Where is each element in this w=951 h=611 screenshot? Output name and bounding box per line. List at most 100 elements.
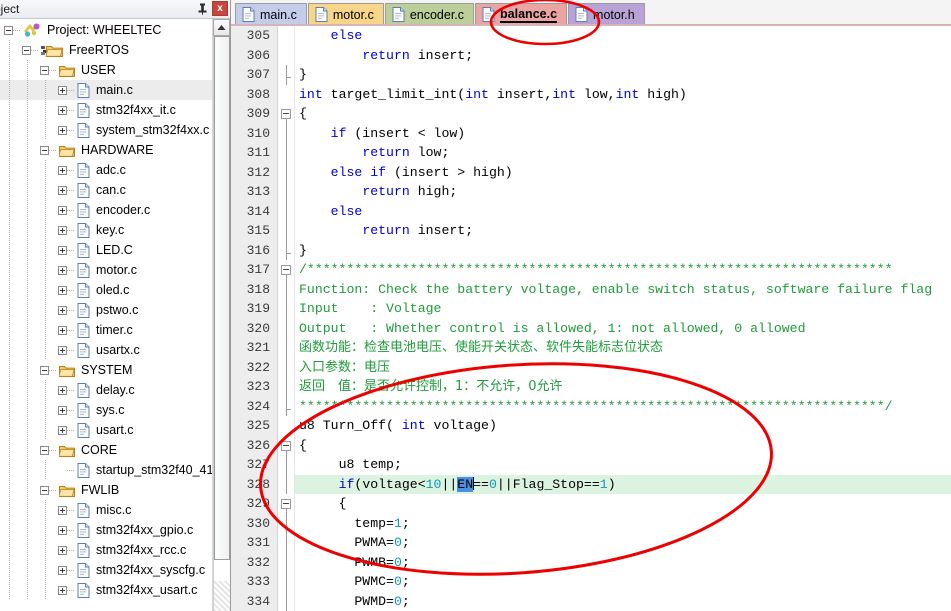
code-line[interactable]: ****************************************… <box>295 397 951 417</box>
code-line[interactable]: else <box>295 26 951 46</box>
expand-icon[interactable] <box>58 85 67 95</box>
expand-icon[interactable] <box>58 205 67 215</box>
tree-item[interactable]: can.c <box>0 180 212 200</box>
tree-item[interactable]: oled.c <box>0 280 212 300</box>
expand-icon[interactable] <box>58 525 67 535</box>
pin-icon[interactable] <box>195 1 209 16</box>
code-line[interactable]: u8 temp; <box>295 455 951 475</box>
expand-icon[interactable] <box>58 285 67 295</box>
code-line[interactable]: temp=1; <box>295 514 951 534</box>
code-line[interactable]: } <box>295 241 951 261</box>
code-line[interactable]: 入口参数：电压 <box>295 358 951 378</box>
code-line[interactable]: Input : Voltage <box>295 299 951 319</box>
tree-item[interactable]: pstwo.c <box>0 300 212 320</box>
tree-item[interactable]: SYSTEM <box>0 360 212 380</box>
tree-item[interactable]: FWLIB <box>0 480 212 500</box>
collapse-icon[interactable] <box>40 145 49 155</box>
code-area[interactable]: 305 306 307 308 309 310 311 312 313 314 315 316 317 3… <box>231 26 951 611</box>
fold-toggle-icon[interactable] <box>281 109 291 119</box>
tree-item[interactable]: system_stm32f4xx.c <box>0 120 212 140</box>
tree-item[interactable]: main.c <box>0 80 212 100</box>
tree-item[interactable]: startup_stm32f40_41x <box>0 460 212 480</box>
fold-toggle-icon[interactable] <box>281 265 291 275</box>
expand-icon[interactable] <box>58 565 67 575</box>
tree-item[interactable]: CORE <box>0 440 212 460</box>
code-line[interactable]: } <box>295 65 951 85</box>
scroll-up-icon[interactable] <box>213 19 230 36</box>
tree-item[interactable]: stm32f4xx_it.c <box>0 100 212 120</box>
editor-tab-main-c[interactable]: main.c <box>235 3 307 25</box>
tree-item[interactable]: LED.C <box>0 240 212 260</box>
project-tree[interactable]: Project: WHEELTEC FreeRTOS USER main.c stm32… <box>0 19 212 611</box>
tree-item[interactable]: usart.c <box>0 420 212 440</box>
code-line[interactable]: Function: Check the battery voltage, ena… <box>295 280 951 300</box>
expand-icon[interactable] <box>58 505 67 515</box>
expand-icon[interactable] <box>58 385 67 395</box>
expand-icon[interactable] <box>58 425 67 435</box>
expand-icon[interactable] <box>58 325 67 335</box>
tree-item[interactable]: misc.c <box>0 500 212 520</box>
code-line[interactable]: Output : Whether control is allowed, 1: … <box>295 319 951 339</box>
scrollbar-thumb[interactable] <box>214 36 230 560</box>
code-line[interactable]: u8 Turn_Off( int voltage) <box>295 416 951 436</box>
code-line[interactable]: PWMA=0; <box>295 533 951 553</box>
code-line[interactable]: 函数功能：检查电池电压、使能开关状态、软件失能标志位状态 <box>295 338 951 358</box>
tree-item[interactable]: stm32f4xx_usart.c <box>0 580 212 600</box>
code-line[interactable]: 返回 值：是否允许控制，1：不允许，0允许 <box>295 377 951 397</box>
tree-item[interactable]: usartx.c <box>0 340 212 360</box>
tree-item[interactable]: HARDWARE <box>0 140 212 160</box>
expand-icon[interactable] <box>58 105 67 115</box>
tree-item[interactable]: delay.c <box>0 380 212 400</box>
code-line[interactable]: int target_limit_int(int insert,int low,… <box>295 85 951 105</box>
tree-item[interactable]: encoder.c <box>0 200 212 220</box>
expand-icon[interactable] <box>58 185 67 195</box>
fold-toggle-icon[interactable] <box>281 440 291 451</box>
editor-tab-motor-c[interactable]: motor.c <box>307 3 384 25</box>
code-text[interactable]: else return insert;} int target_limit_int… <box>295 26 951 611</box>
expand-icon[interactable] <box>58 225 67 235</box>
tree-item[interactable]: timer.c <box>0 320 212 340</box>
expand-icon[interactable] <box>58 545 67 555</box>
collapse-icon[interactable] <box>4 25 13 35</box>
collapse-icon[interactable] <box>40 365 49 375</box>
code-line[interactable]: { <box>295 494 951 514</box>
code-line[interactable]: else if (insert > high) <box>295 163 951 183</box>
code-line[interactable]: return low; <box>295 143 951 163</box>
code-line[interactable]: return high; <box>295 182 951 202</box>
collapse-icon[interactable] <box>40 445 49 455</box>
tree-item[interactable]: sys.c <box>0 400 212 420</box>
code-line[interactable]: PWMB=0; <box>295 553 951 573</box>
expand-icon[interactable] <box>58 585 67 595</box>
code-line[interactable]: /***************************************… <box>295 260 951 280</box>
expand-icon[interactable] <box>58 405 67 415</box>
tree-item[interactable]: Project: WHEELTEC <box>0 20 212 40</box>
code-line[interactable]: return insert; <box>295 221 951 241</box>
project-tree-scrollbar[interactable] <box>212 19 230 611</box>
fold-toggle-icon[interactable] <box>281 499 291 509</box>
tree-item[interactable]: USER <box>0 60 212 80</box>
expand-icon[interactable] <box>58 265 67 275</box>
code-line[interactable]: { <box>295 104 951 124</box>
tree-item[interactable]: key.c <box>0 220 212 240</box>
code-line[interactable]: else <box>295 202 951 222</box>
editor-tab-encoder-c[interactable]: encoder.c <box>384 3 475 25</box>
code-folding-column[interactable] <box>278 26 295 611</box>
code-line[interactable]: return insert; <box>295 46 951 66</box>
scrollbar-track[interactable] <box>213 36 230 611</box>
editor-tab-balance-c[interactable]: balance.c <box>475 3 568 25</box>
code-line[interactable]: PWMD=0; <box>295 592 951 611</box>
expand-icon[interactable] <box>58 245 67 255</box>
code-line[interactable]: if(voltage<10||EN==0||Flag_Stop==1) <box>295 474 951 494</box>
expand-icon[interactable] <box>58 165 67 175</box>
tree-item[interactable]: stm32f4xx_syscfg.c <box>0 560 212 580</box>
tree-item[interactable]: adc.c <box>0 160 212 180</box>
code-line[interactable]: if (insert < low) <box>295 124 951 144</box>
code-line[interactable]: PWMC=0; <box>295 572 951 592</box>
editor-tab-motor-h[interactable]: motor.h <box>568 3 645 25</box>
close-icon[interactable]: x <box>212 1 228 16</box>
tree-item[interactable]: motor.c <box>0 260 212 280</box>
expand-icon[interactable] <box>58 305 67 315</box>
collapse-icon[interactable] <box>22 45 31 55</box>
tree-item[interactable]: FreeRTOS <box>0 40 212 60</box>
tree-item[interactable]: stm32f4xx_gpio.c <box>0 520 212 540</box>
